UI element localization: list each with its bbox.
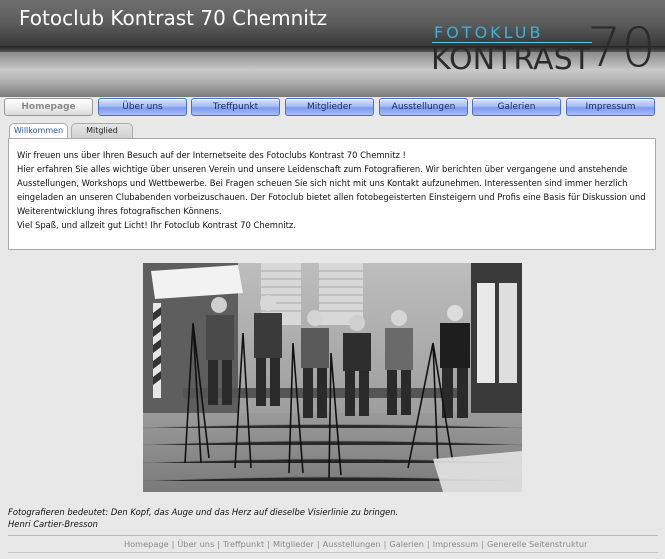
footer-separator: | xyxy=(316,539,320,549)
group-photo-illustration xyxy=(143,263,522,492)
nav-homepage[interactable]: Homepage xyxy=(4,98,93,116)
nav-ueber-uns[interactable]: Über uns xyxy=(98,98,187,116)
footer-separator: | xyxy=(267,539,270,549)
footer-link-ueber-uns[interactable]: Über uns xyxy=(177,539,214,549)
footer-link-galerien[interactable]: Galerien xyxy=(389,539,424,549)
quote-author: Henri Cartier-Bresson xyxy=(8,519,98,529)
group-photo xyxy=(143,263,522,492)
tab-mitglied-werden[interactable]: Mitglied werden xyxy=(71,123,133,149)
footer-link-ausstellungen[interactable]: Ausstellungen xyxy=(323,539,381,549)
footer-separator: | xyxy=(426,539,430,549)
logo-main-text: KONTRAST xyxy=(431,42,591,77)
welcome-line: Viel Spaß, und allzeit gut Licht! Ihr Fo… xyxy=(17,220,296,230)
welcome-line: Wir freuen uns über Ihren Besuch auf der… xyxy=(17,150,406,160)
footer-link-mitglieder[interactable]: Mitglieder xyxy=(273,539,314,549)
footer-divider xyxy=(8,535,658,536)
welcome-line: Hier erfahren Sie alles wichtige über un… xyxy=(17,164,628,174)
footer-link-seitenstruktur[interactable]: Generelle Seitenstruktur xyxy=(487,539,588,549)
footer-link-homepage[interactable]: Homepage xyxy=(124,539,169,549)
footer-link-impressum[interactable]: Impressum xyxy=(433,539,479,549)
quote-text: Fotografieren bedeutet: Den Kopf, das Au… xyxy=(8,507,399,517)
welcome-line: Weiterentwicklung ihres fotografischen K… xyxy=(17,206,222,216)
site-header: Fotoclub Kontrast 70 Chemnitz FOTOKLUB K… xyxy=(0,0,665,97)
main-nav: Homepage Über uns Treffpunkt Mitglieder … xyxy=(4,98,658,116)
nav-impressum[interactable]: Impressum xyxy=(566,98,655,116)
quote-block: Fotografieren bedeutet: Den Kopf, das Au… xyxy=(8,506,398,530)
site-title: Fotoclub Kontrast 70 Chemnitz xyxy=(19,6,328,30)
welcome-line: Ausstellungen, Workshops und Wettbewerbe… xyxy=(17,178,628,188)
welcome-line: eingeladen an unseren Clubabenden vorbei… xyxy=(17,192,646,202)
nav-galerien[interactable]: Galerien xyxy=(472,98,561,116)
nav-ausstellungen[interactable]: Ausstellungen xyxy=(379,98,468,116)
footer-separator: | xyxy=(217,539,221,549)
welcome-text-panel: Wir freuen uns über Ihren Besuch auf der… xyxy=(8,138,656,250)
footer-nav: Homepage | Über uns | Treffpunkt | Mitglieder |… xyxy=(124,539,587,549)
nav-treffpunkt[interactable]: Treffpunkt xyxy=(191,98,280,116)
nav-mitglieder[interactable]: Mitglieder xyxy=(285,98,374,116)
logo-top-text: FOTOKLUB xyxy=(434,23,544,42)
logo-number: 70 xyxy=(587,16,656,79)
club-logo[interactable]: FOTOKLUB KONTRAST 70 xyxy=(424,16,660,79)
footer-link-treffpunkt[interactable]: Treffpunkt xyxy=(223,539,264,549)
footer-bottom-divider xyxy=(8,552,658,553)
footer-separator: | xyxy=(481,539,484,549)
